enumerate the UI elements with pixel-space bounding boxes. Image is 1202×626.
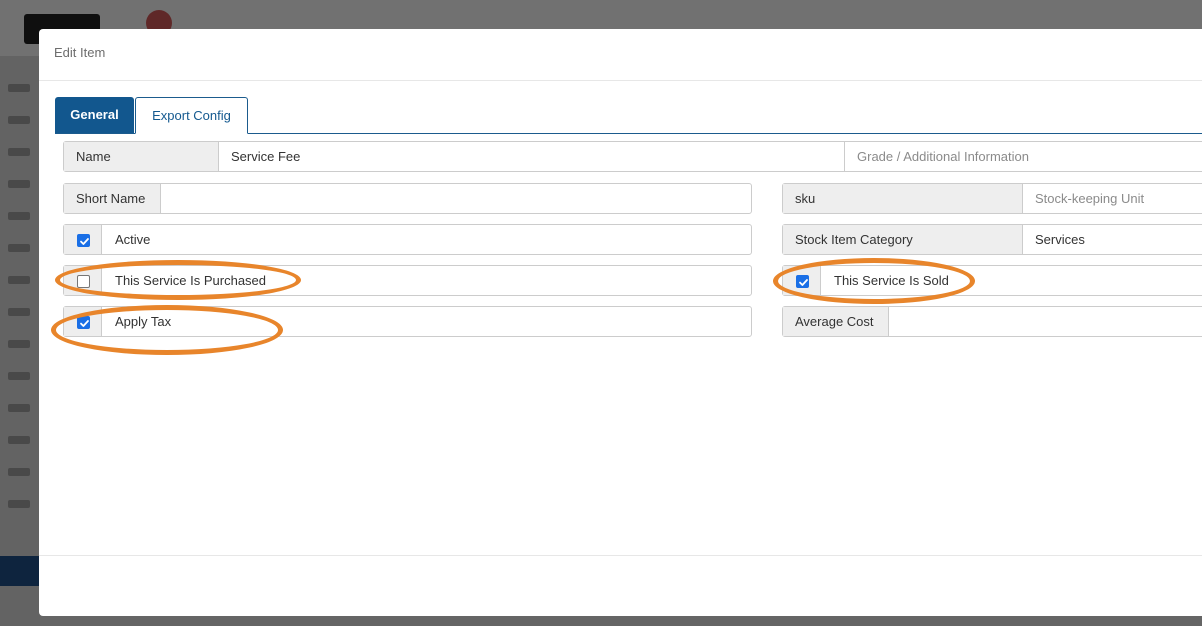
stock-item-category-label: Stock Item Category <box>783 225 1023 254</box>
active-field-group: Active <box>63 224 752 255</box>
short-name-field-group: Short Name <box>63 183 752 214</box>
average-cost-field-group: Average Cost <box>782 306 1202 337</box>
service-sold-field-group: This Service Is Sold <box>782 265 1202 296</box>
name-divider <box>844 142 845 171</box>
apply-tax-field-group: Apply Tax <box>63 306 752 337</box>
checkmark-icon <box>80 238 89 245</box>
service-sold-checkbox-cell <box>783 266 821 295</box>
checkmark-icon <box>80 320 89 327</box>
sku-input[interactable]: Stock-keeping Unit <box>1035 184 1202 213</box>
tab-bar: General Export Config <box>55 97 1202 134</box>
grade-additional-info-input[interactable]: Grade / Additional Information <box>857 142 1197 171</box>
modal-header: Edit Item <box>39 29 1202 81</box>
service-purchased-checkbox[interactable] <box>77 275 90 288</box>
active-checkbox[interactable] <box>77 234 90 247</box>
modal-footer-divider <box>39 555 1202 556</box>
average-cost-label: Average Cost <box>783 307 889 336</box>
sku-label: sku <box>783 184 1023 213</box>
tab-export-config[interactable]: Export Config <box>135 97 248 134</box>
service-purchased-field-group: This Service Is Purchased <box>63 265 752 296</box>
edit-item-modal: Edit Item General Export Config Name Ser… <box>39 29 1202 616</box>
name-field-group: Name Service Fee Grade / Additional Info… <box>63 141 1202 172</box>
tab-general[interactable]: General <box>55 97 134 133</box>
average-cost-input[interactable] <box>901 307 1201 336</box>
modal-title: Edit Item <box>54 45 106 60</box>
name-input[interactable]: Service Fee <box>231 142 831 171</box>
stock-item-category-select[interactable]: Services <box>1035 225 1202 254</box>
service-sold-checkbox[interactable] <box>796 275 809 288</box>
apply-tax-checkbox-cell <box>64 307 102 336</box>
short-name-label: Short Name <box>64 184 161 213</box>
name-label: Name <box>64 142 219 171</box>
apply-tax-label: Apply Tax <box>115 314 172 329</box>
active-checkbox-cell <box>64 225 102 254</box>
short-name-input[interactable] <box>172 184 742 213</box>
service-purchased-checkbox-cell <box>64 266 102 295</box>
checkmark-icon <box>799 279 808 286</box>
service-purchased-label: This Service Is Purchased <box>115 273 267 288</box>
service-sold-label: This Service Is Sold <box>834 273 949 288</box>
apply-tax-checkbox[interactable] <box>77 316 90 329</box>
sku-field-group: sku Stock-keeping Unit <box>782 183 1202 214</box>
stock-item-category-field-group: Stock Item Category Services <box>782 224 1202 255</box>
active-label: Active <box>115 232 151 247</box>
